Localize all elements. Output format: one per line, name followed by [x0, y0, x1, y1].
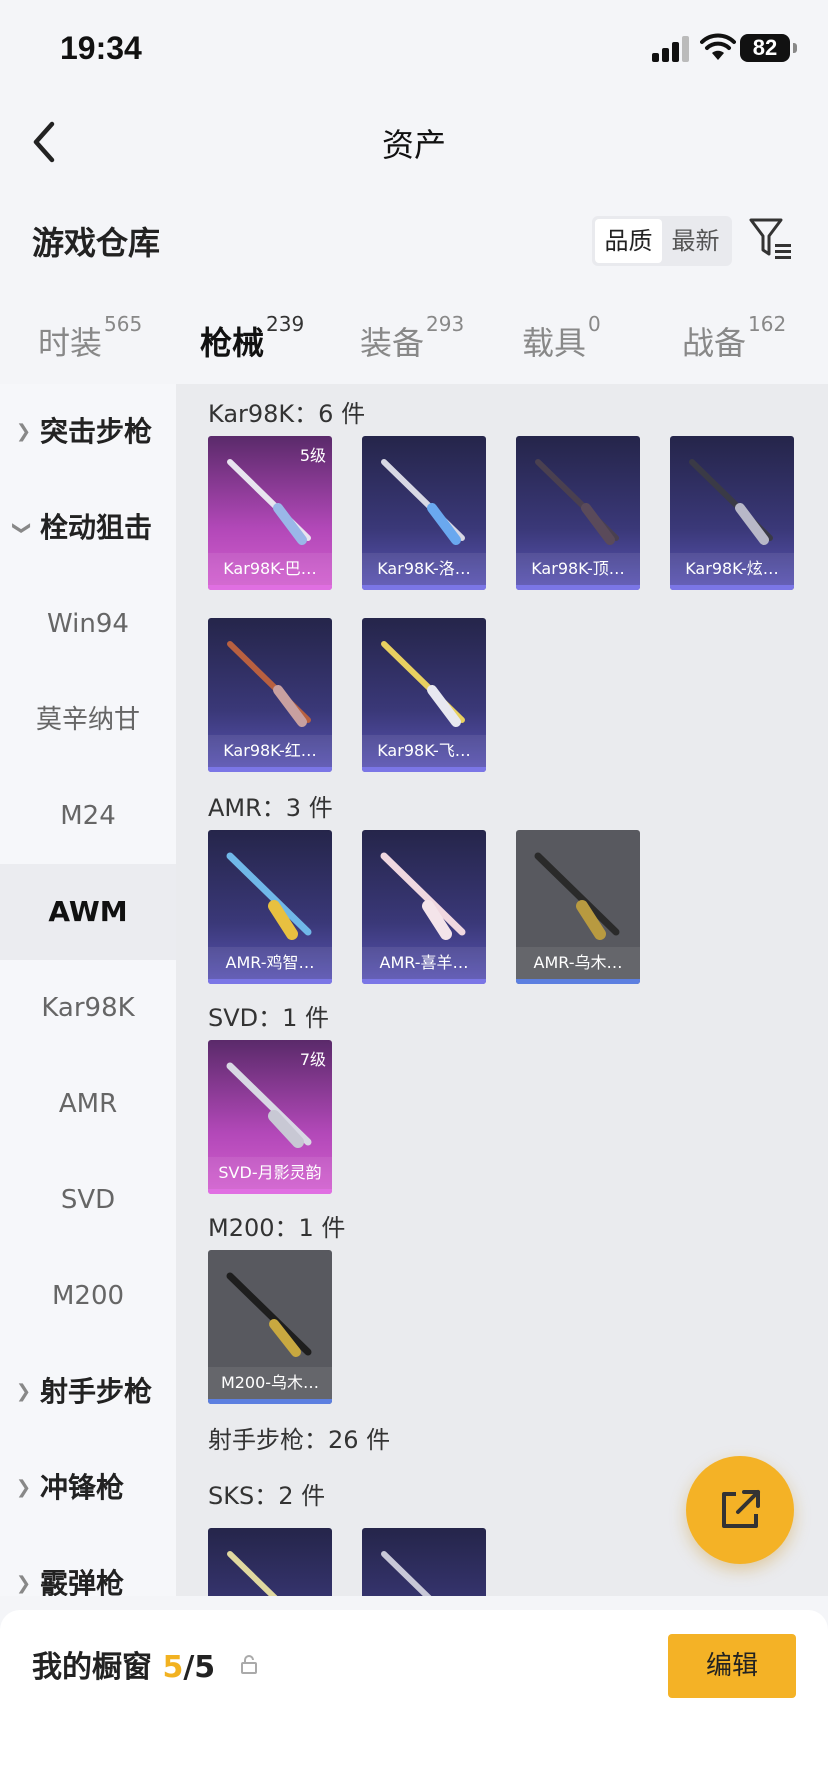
- item-card[interactable]: Kar98K-洛…: [362, 436, 486, 590]
- item-name: Kar98K-飞…: [362, 735, 486, 767]
- battery-icon: 82: [740, 34, 797, 62]
- section-label-kar98k: Kar98K：6 件: [208, 400, 366, 428]
- level-badge: 7级: [299, 1050, 326, 1069]
- showcase-label: 我的橱窗 5/5: [32, 1650, 216, 1685]
- share-button[interactable]: [686, 1456, 794, 1564]
- rifle-icon: [227, 1551, 278, 1596]
- tab-count: 565: [104, 312, 143, 336]
- item-name: Kar98K-洛…: [362, 553, 486, 585]
- item-card[interactable]: M200-乌木…: [208, 1250, 332, 1404]
- item-name: Kar98K-顶…: [516, 553, 640, 585]
- tab-count: 293: [426, 312, 465, 336]
- sidebar-group-shotgun[interactable]: ❯ 霰弹枪: [0, 1536, 176, 1596]
- rifle-icon: [381, 641, 465, 727]
- sidebar-item-awm[interactable]: AWM: [0, 864, 176, 960]
- tab-vehicles[interactable]: 载具 0: [522, 312, 601, 364]
- section-label-sks: SKS：2 件: [208, 1482, 326, 1510]
- showcase-used-count: 5: [162, 1650, 184, 1685]
- sidebar-item-win94[interactable]: Win94: [0, 576, 176, 672]
- tab-firearms[interactable]: 枪械 239: [200, 312, 304, 392]
- sort-newest-button[interactable]: 最新: [662, 219, 729, 263]
- rifle-icon: [381, 459, 465, 545]
- rifle-icon: [689, 459, 773, 545]
- rifle-icon: [226, 852, 312, 940]
- tab-combat-gear[interactable]: 战备 162: [682, 312, 786, 364]
- status-bar: 19:34 82: [0, 0, 828, 100]
- item-name: AMR-喜羊…: [362, 947, 486, 979]
- share-external-icon: [722, 1490, 760, 1528]
- showcase-total: /5: [183, 1650, 216, 1685]
- item-card[interactable]: AMR-乌木…: [516, 830, 640, 984]
- item-card[interactable]: 7级 SVD-月影灵韵: [208, 1040, 332, 1194]
- sidebar-item-kar98k[interactable]: Kar98K: [0, 960, 176, 1056]
- rifle-icon: [226, 1062, 312, 1148]
- tab-fashion[interactable]: 时装 565: [38, 312, 142, 364]
- section-title: 游戏仓库: [32, 224, 161, 262]
- sidebar-item-m200[interactable]: M200: [0, 1248, 176, 1344]
- item-card[interactable]: AMR-喜羊…: [362, 830, 486, 984]
- rifle-icon: [534, 852, 620, 940]
- section-label-svd: SVD：1 件: [208, 1004, 330, 1032]
- item-name: Kar98K-巴…: [208, 553, 332, 585]
- item-name: AMR-鸡智…: [208, 947, 332, 979]
- rifle-icon: [381, 1551, 432, 1596]
- sidebar-group-bolt-snipers[interactable]: ❯ 栓动狙击: [0, 480, 176, 576]
- item-name: AMR-乌木…: [516, 947, 640, 979]
- rifle-icon: [380, 852, 466, 940]
- chevron-right-icon: ❯: [16, 1381, 32, 1402]
- tab-count: 239: [266, 312, 305, 336]
- rifle-icon: [227, 459, 311, 545]
- warehouse-header: 游戏仓库 品质 最新: [0, 210, 828, 270]
- edit-button[interactable]: 编辑: [668, 1634, 796, 1698]
- sort-toggle: 品质 最新: [592, 216, 732, 266]
- item-grid: Kar98K：6 件 5级 Kar98K-巴… Kar98K-洛… Kar98K…: [176, 384, 828, 1596]
- section-label-marksman: 射手步枪：26 件: [208, 1426, 391, 1454]
- chevron-down-icon: ❯: [11, 520, 33, 536]
- item-card[interactable]: Kar98K-顶…: [516, 436, 640, 590]
- item-card[interactable]: Kar98K-飞…: [362, 618, 486, 772]
- section-label-m200: M200：1 件: [208, 1214, 346, 1242]
- rifle-icon: [227, 641, 311, 727]
- sidebar-item-amr[interactable]: AMR: [0, 1056, 176, 1152]
- level-badge: 5级: [299, 446, 326, 465]
- filter-icon[interactable]: [748, 216, 794, 262]
- rifle-icon: [535, 459, 619, 545]
- sidebar-group-marksman[interactable]: ❯ 射手步枪: [0, 1344, 176, 1440]
- chevron-right-icon: ❯: [16, 1477, 32, 1498]
- section-label-amr: AMR：3 件: [208, 794, 333, 822]
- item-name: Kar98K-炫…: [670, 553, 794, 585]
- item-card[interactable]: [208, 1528, 332, 1596]
- tab-count: 0: [588, 312, 601, 336]
- tab-equipment[interactable]: 装备 293: [360, 312, 464, 364]
- item-card[interactable]: 5级 Kar98K-巴…: [208, 436, 332, 590]
- item-name: M200-乌木…: [208, 1367, 332, 1399]
- sidebar-item-mosin[interactable]: 莫辛纳甘: [0, 672, 176, 768]
- sidebar-item-svd[interactable]: SVD: [0, 1152, 176, 1248]
- lock-icon: [241, 1655, 257, 1674]
- sort-quality-button[interactable]: 品质: [595, 219, 662, 263]
- item-card[interactable]: Kar98K-红…: [208, 618, 332, 772]
- rifle-icon: [226, 1272, 312, 1357]
- status-time: 19:34: [60, 30, 142, 66]
- item-name: SVD-月影灵韵: [208, 1157, 332, 1189]
- signal-icon: [652, 36, 692, 62]
- chevron-right-icon: ❯: [16, 1573, 32, 1594]
- item-card[interactable]: [362, 1528, 486, 1596]
- chevron-right-icon: ❯: [16, 421, 32, 442]
- category-tabs: 时装 565 枪械 239 装备 293 载具 0 战备 162: [0, 300, 828, 392]
- nav-bar: 资产: [0, 100, 828, 190]
- showcase-bar: 我的橱窗 5/5 编辑: [0, 1610, 828, 1792]
- sidebar-item-m24[interactable]: M24: [0, 768, 176, 864]
- page-title: 资产: [381, 126, 446, 164]
- wifi-icon: [700, 33, 736, 60]
- item-card[interactable]: AMR-鸡智…: [208, 830, 332, 984]
- sidebar-group-assault-rifles[interactable]: ❯ 突击步枪: [0, 384, 176, 480]
- sidebar-group-smg[interactable]: ❯ 冲锋枪: [0, 1440, 176, 1536]
- weapon-type-sidebar: ❯ 突击步枪 ❯ 栓动狙击 Win94 莫辛纳甘 M24 AWM Kar98K AM…: [0, 384, 176, 1596]
- item-card[interactable]: Kar98K-炫…: [670, 436, 794, 590]
- item-name: Kar98K-红…: [208, 735, 332, 767]
- tab-count: 162: [748, 312, 787, 336]
